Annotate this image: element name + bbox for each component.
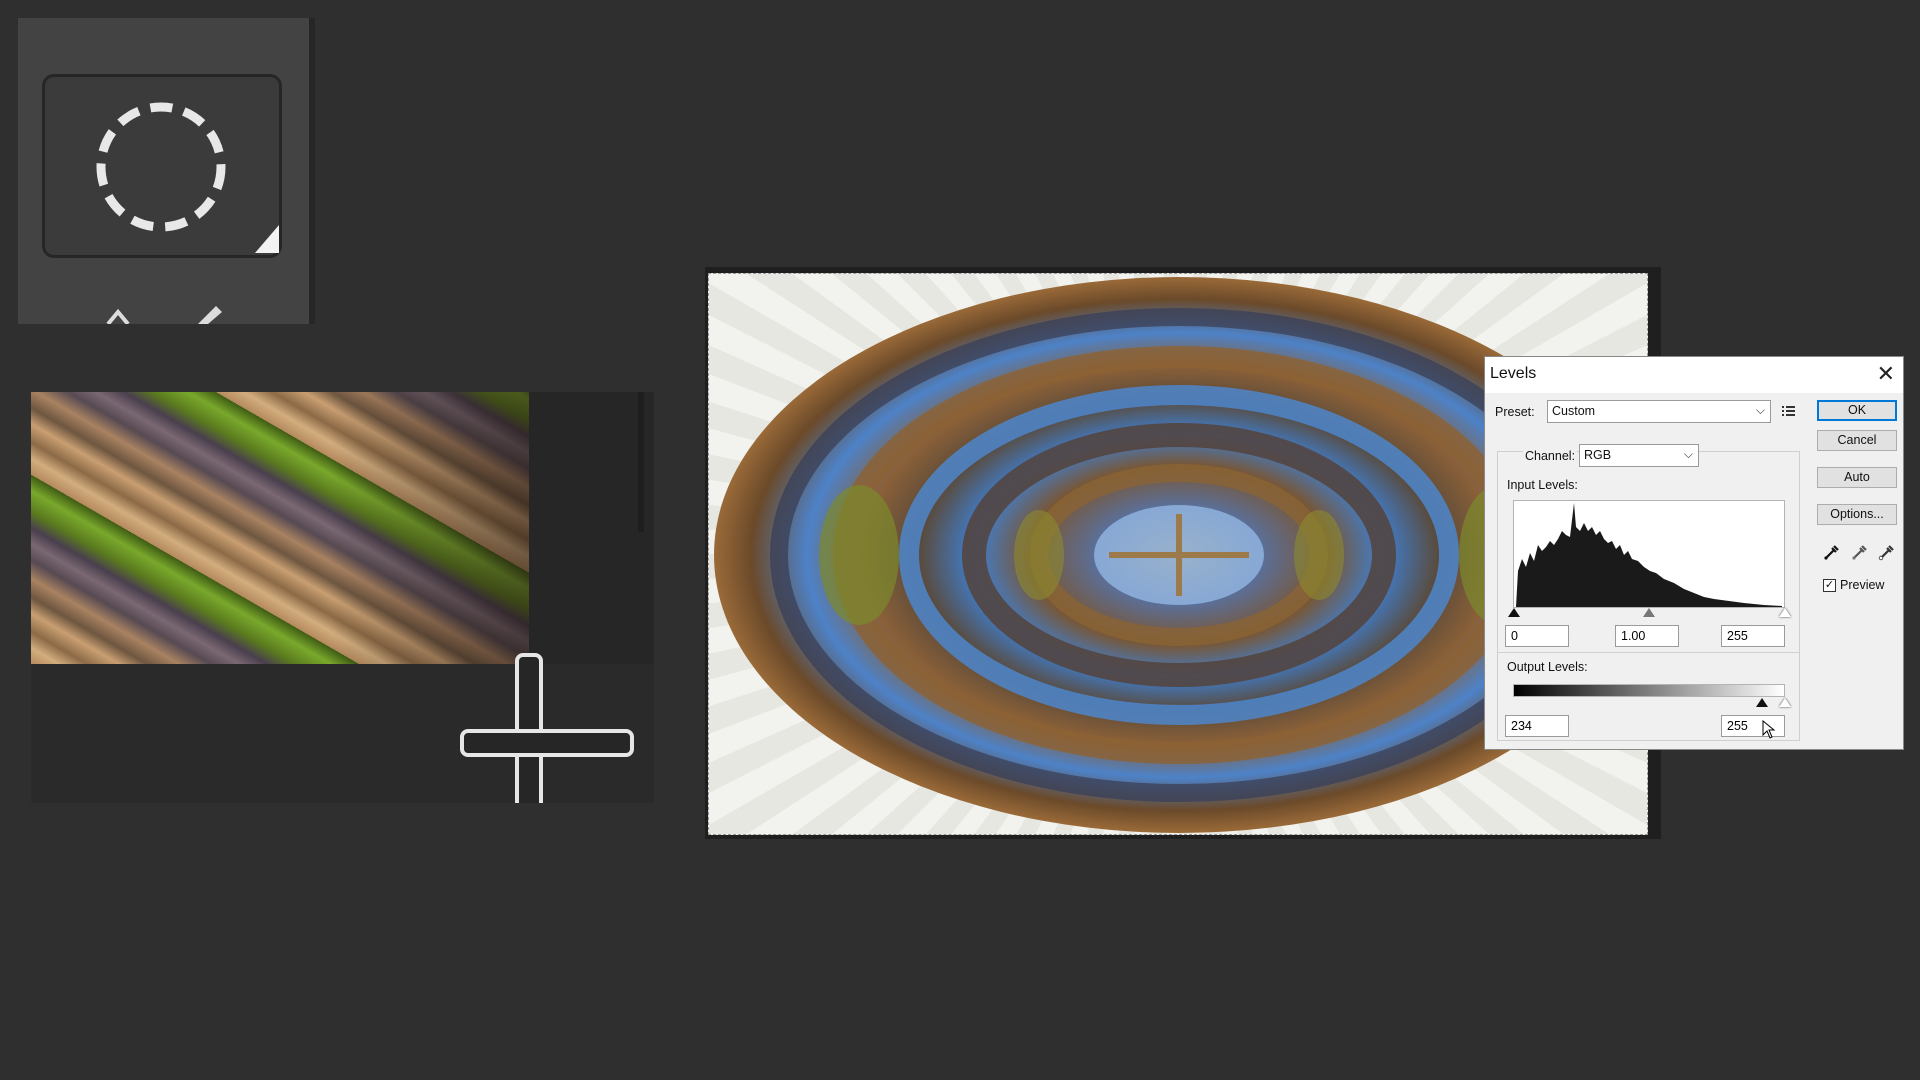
- output-black-field[interactable]: [1505, 715, 1569, 737]
- preset-label: Preset:: [1495, 405, 1535, 419]
- zoomed-image-corner: [31, 392, 529, 664]
- input-gamma-field[interactable]: [1615, 625, 1679, 647]
- black-point-eyedropper-icon[interactable]: [1823, 543, 1841, 561]
- partial-tool-icons: [106, 306, 222, 324]
- crosshair-zoom-panel: [31, 392, 654, 803]
- input-black-field[interactable]: [1505, 625, 1569, 647]
- preset-value: Custom: [1552, 404, 1596, 418]
- input-white-field[interactable]: [1721, 625, 1785, 647]
- preset-dropdown[interactable]: Custom ⌵: [1547, 400, 1771, 423]
- options-button[interactable]: Options...: [1817, 504, 1897, 525]
- dialog-titlebar[interactable]: Levels ✕: [1485, 357, 1903, 393]
- auto-button[interactable]: Auto: [1817, 467, 1897, 488]
- close-icon[interactable]: ✕: [1877, 361, 1895, 387]
- zoomed-divider: [638, 392, 644, 532]
- input-gamma-slider[interactable]: [1643, 608, 1655, 617]
- dialog-title: Levels: [1490, 365, 1537, 382]
- input-white-slider[interactable]: [1779, 608, 1791, 617]
- levels-dialog: Levels ✕ Preset: Custom ⌵ Channel: RGB ⌵…: [1484, 356, 1904, 750]
- preview-checkbox[interactable]: ✓: [1823, 579, 1836, 592]
- preset-options-icon[interactable]: [1781, 404, 1797, 418]
- mouse-pointer-icon: [1762, 720, 1776, 739]
- channel-value: RGB: [1584, 448, 1612, 462]
- histogram: [1513, 500, 1785, 608]
- white-point-eyedropper-icon[interactable]: [1878, 543, 1896, 561]
- histogram-graph: [1516, 503, 1782, 607]
- input-black-slider[interactable]: [1508, 608, 1520, 617]
- output-black-slider[interactable]: [1756, 698, 1768, 707]
- cancel-button[interactable]: Cancel: [1817, 430, 1897, 451]
- ok-button[interactable]: OK: [1817, 400, 1897, 421]
- gray-point-eyedropper-icon[interactable]: [1851, 543, 1869, 561]
- tool-zoom-panel: [18, 18, 315, 324]
- channel-dropdown[interactable]: RGB ⌵: [1579, 444, 1699, 467]
- chevron-down-icon: ⌵: [1683, 447, 1693, 461]
- output-white-slider[interactable]: [1779, 698, 1791, 707]
- elliptical-marquee-icon: [96, 102, 279, 253]
- preview-label: Preview: [1840, 578, 1885, 592]
- crosshair-cursor-icon: [460, 653, 634, 803]
- panel-edge: [309, 18, 315, 324]
- output-levels-label: Output Levels:: [1507, 660, 1588, 674]
- elliptical-marquee-tool-button[interactable]: [42, 74, 282, 258]
- chevron-down-icon: ⌵: [1755, 403, 1765, 417]
- input-levels-label: Input Levels:: [1507, 478, 1578, 492]
- separator: [1497, 652, 1800, 653]
- output-gradient-bar: [1513, 684, 1785, 697]
- zoomed-workspace: [529, 392, 654, 664]
- channel-label: Channel:: [1523, 449, 1578, 463]
